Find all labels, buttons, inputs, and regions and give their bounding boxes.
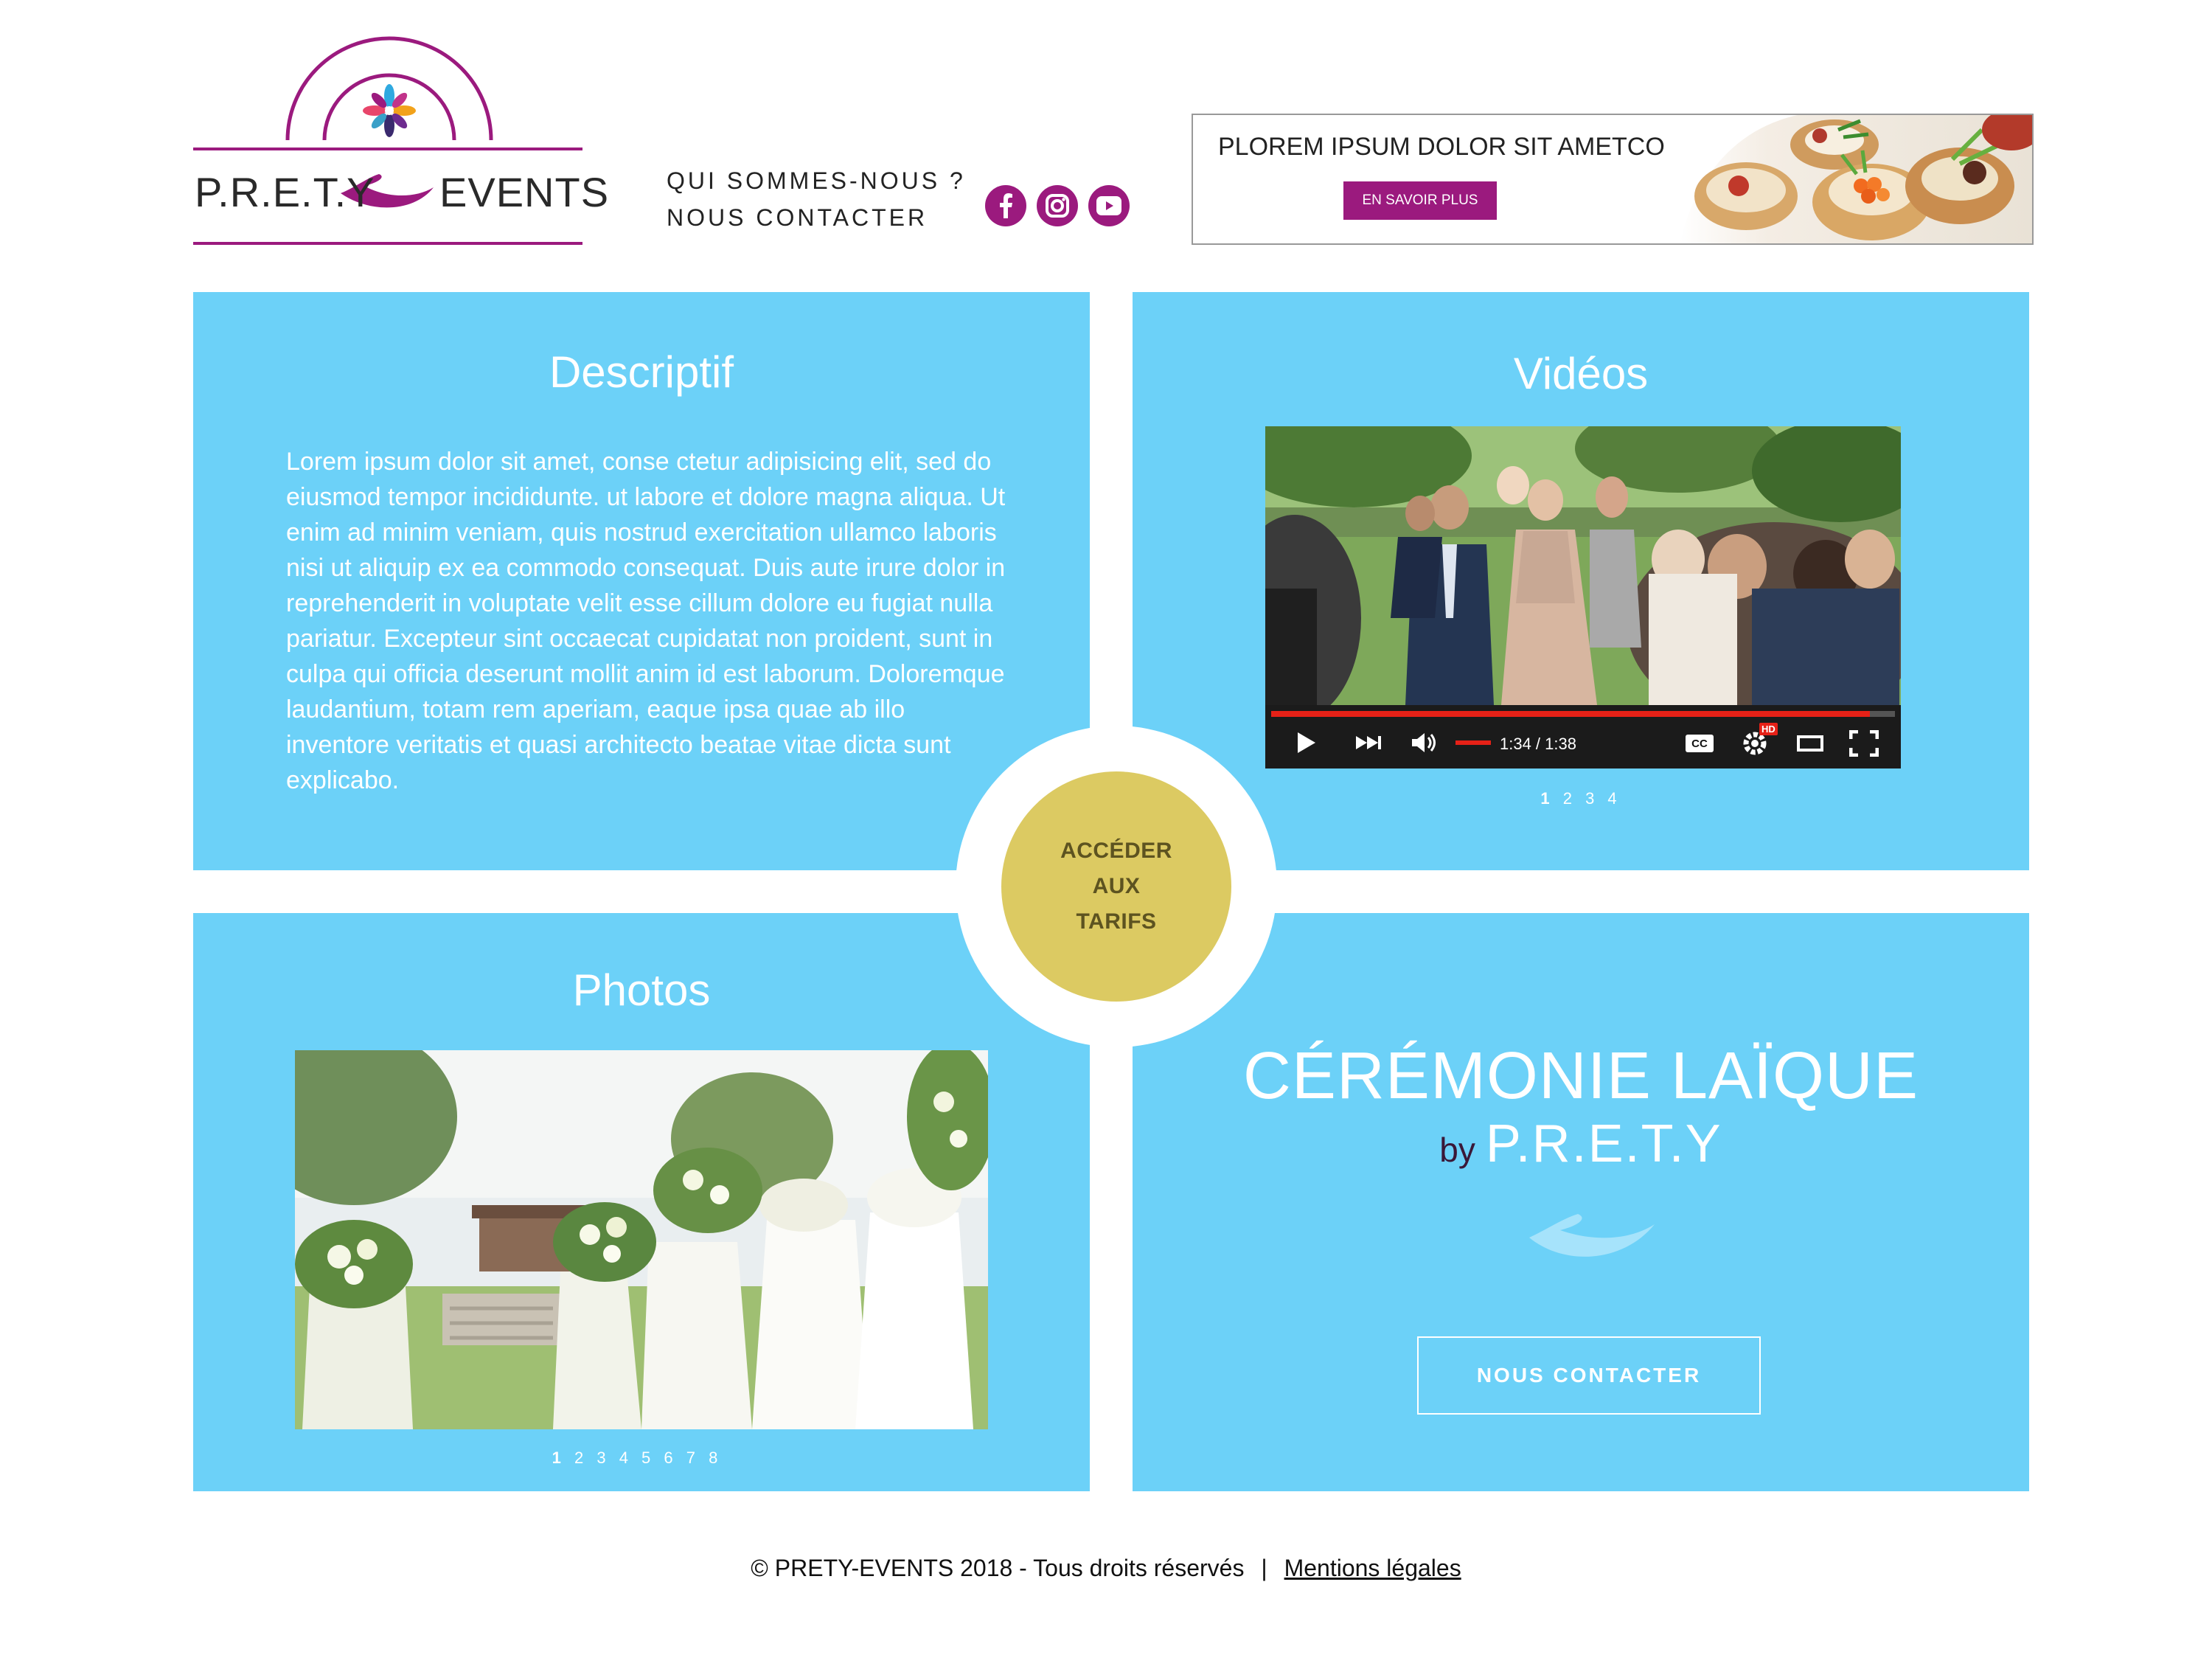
logo[interactable]: P.R.E.T.Y EVENTS bbox=[193, 30, 608, 248]
ceremonie-contact-button[interactable]: NOUS CONTACTER bbox=[1417, 1336, 1761, 1415]
footer: © PRETY-EVENTS 2018 - Tous droits réserv… bbox=[0, 1555, 2212, 1582]
videos-title: Vidéos bbox=[1513, 349, 1649, 398]
banner-food-image bbox=[1680, 115, 2032, 243]
next-icon[interactable] bbox=[1354, 730, 1383, 755]
footer-separator: | bbox=[1261, 1555, 1267, 1581]
footer-copyright: © PRETY-EVENTS 2018 - Tous droits réserv… bbox=[751, 1555, 1245, 1581]
volume-slider[interactable] bbox=[1455, 740, 1491, 745]
fullscreen-icon[interactable] bbox=[1849, 730, 1879, 757]
banner-title: PLOREM IPSUM DOLOR SIT AMETCO bbox=[1218, 133, 1665, 161]
descriptif-text: Lorem ipsum dolor sit amet, conse ctetur… bbox=[286, 448, 1006, 794]
photos-panel: Photos 1 2 3 4 5 6 7 8 bbox=[193, 913, 1090, 1491]
flower-icon bbox=[363, 84, 416, 137]
tarifs-cta-ring: ACCÉDER AUX TARIFS bbox=[956, 726, 1277, 1047]
banner-ad: PLOREM IPSUM DOLOR SIT AMETCO EN SAVOIR … bbox=[1192, 114, 2034, 245]
wedding-photo[interactable] bbox=[295, 1050, 988, 1429]
video-frame bbox=[1265, 426, 1901, 705]
video-progress-fill bbox=[1271, 711, 1871, 717]
photos-title: Photos bbox=[572, 965, 711, 1015]
videos-pager-current[interactable]: 1 bbox=[1540, 789, 1554, 808]
youtube-button[interactable] bbox=[1088, 185, 1130, 226]
logo-word-events: EVENTS bbox=[439, 169, 610, 215]
banner-en-savoir-plus-button[interactable]: EN SAVOIR PLUS bbox=[1343, 181, 1497, 220]
video-controls-bar: 1:34 / 1:38 CC HD bbox=[1265, 705, 1901, 768]
video-progress-track[interactable] bbox=[1271, 711, 1895, 717]
instagram-icon bbox=[1046, 194, 1069, 218]
facebook-button[interactable] bbox=[985, 185, 1026, 226]
hand-icon bbox=[1529, 1214, 1655, 1257]
nav-link-nous-contacter[interactable]: NOUS CONTACTER bbox=[667, 199, 966, 236]
tarifs-cta-button[interactable]: ACCÉDER AUX TARIFS bbox=[1001, 771, 1231, 1002]
logo-word-prety: P.R.E.T.Y bbox=[195, 169, 375, 215]
tarifs-cta-line-2: AUX bbox=[1092, 874, 1141, 898]
main-nav: QUI SOMMES-NOUS ? NOUS CONTACTER bbox=[667, 162, 966, 236]
captions-button[interactable]: CC bbox=[1686, 735, 1714, 752]
photos-pager-current[interactable]: 1 bbox=[552, 1448, 566, 1467]
nav-link-qui-sommes-nous[interactable]: QUI SOMMES-NOUS ? bbox=[667, 162, 966, 199]
facebook-icon bbox=[1000, 193, 1012, 218]
theater-mode-icon[interactable] bbox=[1796, 735, 1824, 752]
tarifs-cta-line-1: ACCÉDER bbox=[1060, 839, 1172, 863]
tarifs-cta-line-3: TARIFS bbox=[1076, 909, 1157, 934]
videos-pager-pages[interactable]: 2 3 4 bbox=[1563, 789, 1621, 808]
hd-badge: HD bbox=[1759, 723, 1778, 735]
tarifs-cta-label: ACCÉDER AUX TARIFS bbox=[1035, 833, 1197, 940]
descriptif-panel: Descriptif Lorem ipsum dolor sit amet, c… bbox=[193, 292, 1090, 870]
ceremonie-panel: CÉRÉMONIE LAÏQUE by P.R.E.T.Y NOUS CONTAC… bbox=[1133, 913, 2029, 1491]
descriptif-title: Descriptif bbox=[549, 347, 734, 397]
ceremonie-by-line: by P.R.E.T.Y bbox=[1133, 1114, 2029, 1174]
footer-mentions-legales-link[interactable]: Mentions légales bbox=[1284, 1555, 1461, 1581]
instagram-button[interactable] bbox=[1037, 185, 1078, 226]
ceremonie-brand: P.R.E.T.Y bbox=[1485, 1114, 1722, 1173]
video-player[interactable]: 1:34 / 1:38 CC HD bbox=[1265, 426, 1901, 768]
ceremonie-title: CÉRÉMONIE LAÏQUE bbox=[1242, 1039, 1919, 1113]
photos-pager[interactable]: 1 2 3 4 5 6 7 8 bbox=[189, 1448, 1085, 1468]
volume-icon[interactable] bbox=[1410, 730, 1439, 755]
video-time: 1:34 / 1:38 bbox=[1500, 735, 1576, 753]
photos-pager-pages[interactable]: 2 3 4 5 6 7 8 bbox=[574, 1448, 722, 1467]
ceremonie-by-word: by bbox=[1439, 1131, 1475, 1169]
youtube-icon bbox=[1096, 196, 1121, 215]
play-icon[interactable] bbox=[1293, 730, 1318, 755]
videos-panel: Vidéos 1:34 / 1:38 CC HD 1 2 3 4 bbox=[1133, 292, 2029, 870]
videos-pager[interactable]: 1 2 3 4 bbox=[1133, 789, 2029, 808]
